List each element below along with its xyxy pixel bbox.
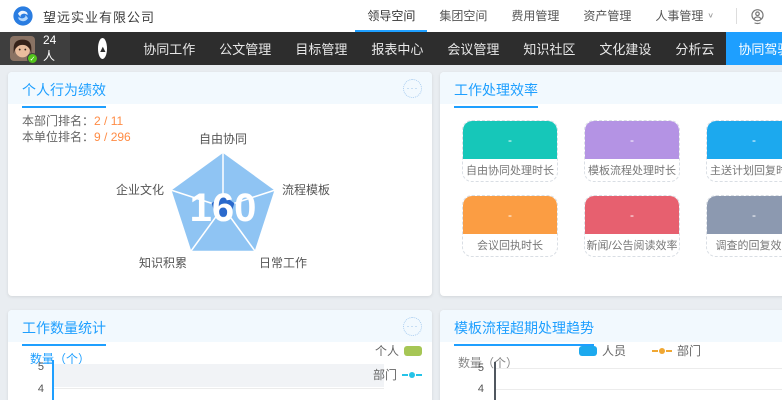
stat-value: -: [707, 121, 782, 159]
legend-item-department[interactable]: 部门: [652, 342, 701, 359]
radar-axis-label: 企业文化: [116, 182, 164, 197]
main-nav: ✓ 24人 ▲ 协同工作 公文管理 目标管理 报表中心 会议管理 知识社区 文化…: [0, 32, 782, 65]
panel-overdue-trend: 模板流程超期处理趋势 ··· 人员 部门 数量（个） 5 4: [440, 310, 782, 400]
chart-legend: 个人 部门: [373, 342, 422, 383]
panel-title: 工作处理效率: [454, 80, 538, 108]
panel-header: 工作处理效率 ···: [440, 72, 782, 104]
y-tick: 5: [470, 362, 484, 374]
panel-work-count: 工作数量统计 ··· 数量（个） 5 4 个人 部门: [8, 310, 432, 400]
chart-gridline: [54, 388, 384, 389]
nav-item-cockpit[interactable]: 协同驾驶舱: [726, 32, 782, 65]
main-menu: 协同工作 公文管理 目标管理 报表中心 会议管理 知识社区 文化建设 分析云 协…: [131, 32, 782, 65]
nav-item-meetings[interactable]: 会议管理: [435, 32, 511, 65]
topbar-menu: 领导空间 集团空间 费用管理 资产管理 人事管理 ∨: [355, 0, 768, 32]
panel-title: 工作数量统计: [22, 318, 106, 346]
legend-swatch: [404, 346, 422, 356]
panel-header: 工作数量统计 ···: [8, 310, 432, 342]
panel-header: 模板流程超期处理趋势 ···: [440, 310, 782, 342]
topnav-item-group-space[interactable]: 集团空间: [427, 0, 499, 32]
panel-header: 个人行为绩效 ···: [8, 72, 432, 104]
radar-chart: 自由协同 流程模板 日常工作 知识积累 企业文化 160: [73, 127, 373, 287]
stat-card-template-flow[interactable]: - 模板流程处理时长: [584, 120, 680, 182]
nav-item-official-doc[interactable]: 公文管理: [207, 32, 283, 65]
divider: [736, 8, 737, 24]
panel-personal-performance: 个人行为绩效 ··· 本部门排名：2 / 11 本单位排名：9 / 296 自由…: [8, 72, 432, 296]
legend-item-personnel[interactable]: 人员: [579, 342, 626, 359]
company-name: 望远实业有限公司: [43, 7, 155, 26]
stat-card-survey-reply[interactable]: - 调查的回复效率: [706, 195, 782, 257]
avatar: ✓: [10, 36, 35, 61]
company-logo-icon: [12, 5, 34, 27]
radar-axis-label: 知识积累: [139, 256, 187, 270]
nav-item-analytics-cloud[interactable]: 分析云: [663, 32, 726, 65]
stat-cards: - 自由协同处理时长 - 模板流程处理时长 - 主送计划回复时长 - 会议回执时…: [462, 120, 782, 257]
stat-value: -: [585, 121, 679, 159]
nav-item-collaboration[interactable]: 协同工作: [131, 32, 207, 65]
profile-icon[interactable]: [747, 0, 768, 32]
stat-card-plan-reply[interactable]: - 主送计划回复时长: [706, 120, 782, 182]
nav-item-reports[interactable]: 报表中心: [359, 32, 435, 65]
online-badge-icon: ✓: [27, 53, 38, 64]
panel-title: 个人行为绩效: [22, 80, 106, 108]
y-axis-line: [52, 360, 54, 400]
nav-item-knowledge[interactable]: 知识社区: [511, 32, 587, 65]
y-axis-line: [494, 362, 496, 400]
stat-card-news-read[interactable]: - 新闻/公告阅读效率: [584, 195, 680, 257]
chevron-down-icon: ∨: [707, 11, 714, 20]
chart-gridline: [496, 368, 782, 369]
legend-swatch: [579, 346, 597, 356]
topnav-item-leader-space[interactable]: 领导空间: [355, 0, 427, 32]
chart-gridline: [496, 389, 782, 390]
stat-value: -: [463, 196, 557, 234]
topnav-item-expense[interactable]: 费用管理: [499, 0, 571, 32]
dashboard-screen: 望远实业有限公司 领导空间 集团空间 费用管理 资产管理 人事管理 ∨: [0, 0, 782, 400]
stat-card-free-collab[interactable]: - 自由协同处理时长: [462, 120, 558, 182]
nav-item-culture[interactable]: 文化建设: [587, 32, 663, 65]
panel-work-efficiency: 工作处理效率 ··· - 自由协同处理时长 - 模板流程处理时长 - 主送计划回…: [440, 72, 782, 296]
rank-dept-value: 2 / 11: [94, 114, 123, 128]
y-tick: 4: [470, 383, 484, 395]
stat-value: -: [585, 196, 679, 234]
legend-line-marker: [652, 348, 672, 354]
topnav-item-assets[interactable]: 资产管理: [571, 0, 643, 32]
user-block[interactable]: ✓ 24人: [0, 32, 70, 65]
chart-band: [54, 364, 384, 387]
nav-item-goals[interactable]: 目标管理: [283, 32, 359, 65]
more-icon[interactable]: ···: [403, 317, 422, 336]
radar-axis-label: 流程模板: [282, 182, 330, 197]
stat-card-meeting-receipt[interactable]: - 会议回执时长: [462, 195, 558, 257]
radar-axis-label: 日常工作: [259, 256, 307, 270]
workspace-arrow-icon[interactable]: ▲: [98, 38, 107, 59]
topnav-item-hr[interactable]: 人事管理 ∨: [643, 0, 726, 32]
brand[interactable]: 望远实业有限公司: [12, 0, 155, 32]
y-tick: 4: [30, 383, 44, 395]
y-tick: 5: [30, 361, 44, 373]
stat-value: -: [707, 196, 782, 234]
topbar: 望远实业有限公司 领导空间 集团空间 费用管理 资产管理 人事管理 ∨: [0, 0, 782, 32]
user-count: 24人: [43, 33, 56, 64]
radar-axis-label: 自由协同: [199, 131, 247, 146]
stat-value: -: [463, 121, 557, 159]
legend-item-personal[interactable]: 个人: [375, 342, 422, 359]
legend-line-marker: [402, 372, 422, 378]
more-icon[interactable]: ···: [403, 79, 422, 98]
radar-score: 160: [190, 186, 257, 230]
legend-item-department[interactable]: 部门: [373, 366, 422, 383]
